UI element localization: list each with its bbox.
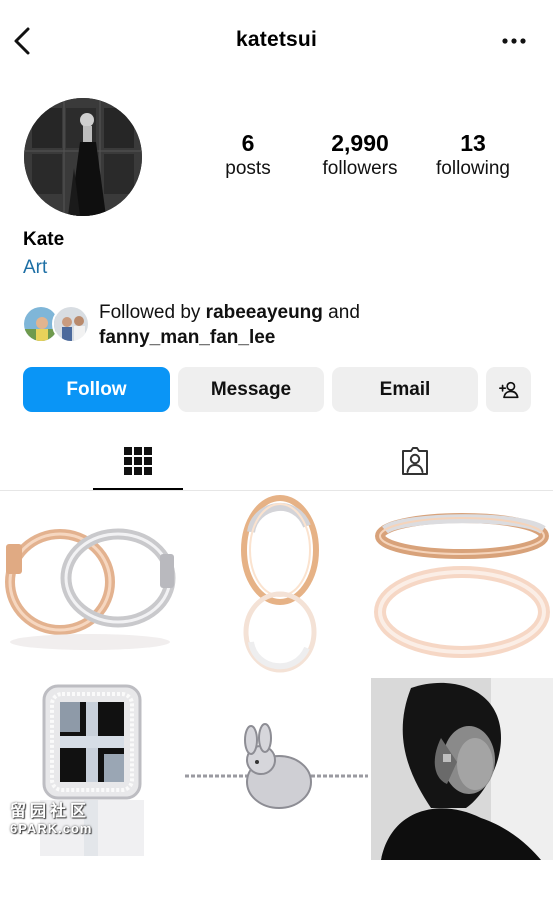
mutual-followers-avatars[interactable] bbox=[22, 305, 92, 345]
message-button[interactable]: Message bbox=[178, 367, 324, 412]
page-title: katetsui bbox=[236, 28, 317, 51]
followers-label: followers bbox=[322, 158, 398, 179]
mutual-follower-2[interactable]: fanny_man_fan_lee bbox=[99, 327, 275, 348]
post-thumbnail-5[interactable] bbox=[185, 678, 368, 860]
watermark-text: 6PARK.com bbox=[10, 821, 93, 836]
following-stat[interactable]: 13 following bbox=[424, 130, 522, 182]
profile-header: katetsui bbox=[0, 0, 553, 82]
following-label: following bbox=[436, 158, 510, 179]
post-thumbnail-1[interactable] bbox=[0, 492, 182, 676]
more-horizontal-icon[interactable] bbox=[501, 32, 527, 48]
display-name: Kate bbox=[23, 229, 65, 250]
tab-tagged[interactable] bbox=[370, 434, 460, 490]
watermark: 留园社区 6PARK.com bbox=[10, 797, 92, 836]
watermark-glyphs: 留园社区 bbox=[10, 803, 91, 820]
following-count: 13 bbox=[460, 130, 486, 156]
mutual-follower-1[interactable]: rabeeayeung bbox=[206, 302, 323, 323]
follow-button[interactable]: Follow bbox=[23, 367, 170, 412]
followed-by-conjunction: and bbox=[322, 302, 360, 323]
person-add-icon bbox=[498, 381, 519, 398]
tagged-person-icon bbox=[402, 447, 428, 475]
tab-divider bbox=[0, 490, 553, 491]
post-thumbnail-6[interactable] bbox=[371, 678, 553, 860]
avatar[interactable] bbox=[24, 98, 142, 216]
tab-grid[interactable] bbox=[93, 434, 183, 490]
posts-label: posts bbox=[225, 158, 271, 179]
email-button[interactable]: Email bbox=[332, 367, 478, 412]
posts-count: 6 bbox=[241, 130, 255, 156]
post-thumbnail-3[interactable] bbox=[371, 492, 553, 676]
add-user-button[interactable] bbox=[486, 367, 531, 412]
grid-icon bbox=[124, 447, 152, 475]
mutual-avatar-2 bbox=[52, 305, 90, 343]
posts-stat[interactable]: 6 posts bbox=[210, 130, 286, 182]
post-thumbnail-2[interactable] bbox=[185, 492, 368, 676]
followers-count: 2,990 bbox=[331, 130, 389, 156]
followed-by-text[interactable]: Followed by rabeeayeung and fanny_man_fa… bbox=[99, 300, 360, 350]
followers-stat[interactable]: 2,990 followers bbox=[306, 130, 414, 182]
category-label: Art bbox=[23, 257, 48, 278]
followed-by-prefix: Followed by bbox=[99, 302, 206, 323]
